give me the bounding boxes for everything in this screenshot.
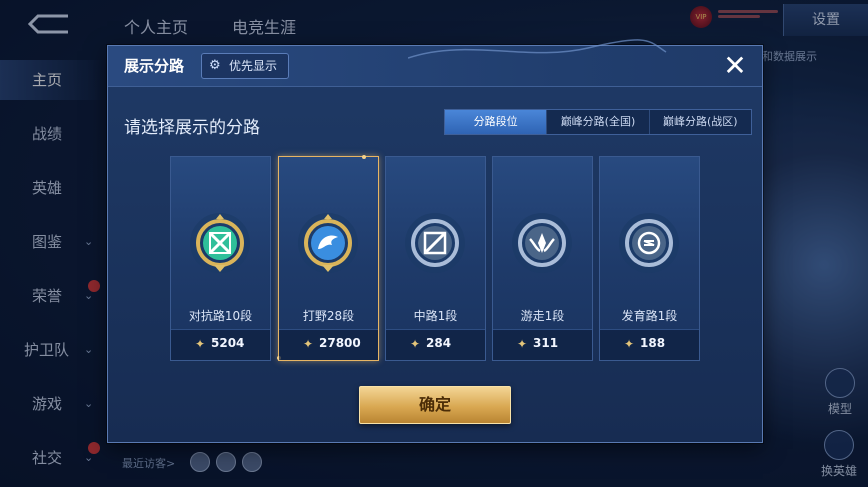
lane-card-jungle[interactable]: 打野28段 ✦ 27800 bbox=[277, 155, 379, 361]
lane-rank-label: 游走1段 bbox=[520, 309, 565, 323]
lane-rank-label: 发育路1段 bbox=[621, 309, 678, 323]
lane-filter-segment: 分路段位 巅峰分路(全国) 巅峰分路(战区) bbox=[444, 109, 752, 135]
lane-rank-label: 中路1段 bbox=[413, 309, 458, 323]
tab-peak-region[interactable]: 巅峰分路(战区) bbox=[648, 110, 751, 134]
support-emblem-icon bbox=[512, 213, 572, 273]
bottom-lane-emblem-icon bbox=[619, 213, 679, 273]
lane-card-mid[interactable]: 中路1段 ✦ 284 bbox=[385, 156, 486, 361]
mid-lane-emblem-icon bbox=[405, 213, 465, 273]
lane-rank-label: 对抗路10段 bbox=[188, 309, 253, 323]
lane-score: ✦ 284 bbox=[386, 329, 485, 360]
lane-card-bottom[interactable]: 发育路1段 ✦ 188 bbox=[599, 156, 700, 361]
score-icon: ✦ bbox=[624, 337, 635, 351]
close-icon[interactable]: ✕ bbox=[720, 52, 750, 82]
score-icon: ✦ bbox=[195, 337, 206, 351]
priority-display-button[interactable]: ⚙ 优先显示 bbox=[201, 53, 289, 79]
lane-score: ✦ 27800 bbox=[279, 329, 378, 360]
tab-lane-rank[interactable]: 分路段位 bbox=[445, 110, 547, 134]
dialog-title: 展示分路 bbox=[124, 57, 185, 75]
score-icon: ✦ bbox=[410, 337, 421, 351]
gear-icon: ⚙ bbox=[209, 58, 221, 73]
dialog-header: 展示分路 ⚙ 优先显示 ✕ bbox=[108, 39, 762, 87]
score-icon: ✦ bbox=[303, 337, 314, 351]
jungle-emblem-icon bbox=[298, 213, 358, 273]
confirm-button[interactable]: 确定 bbox=[359, 386, 511, 424]
lane-rank-label: 打野28段 bbox=[302, 309, 355, 323]
selected-corner-icon bbox=[362, 155, 366, 159]
tab-peak-national[interactable]: 巅峰分路(全国) bbox=[546, 110, 648, 134]
top-lane-emblem-icon bbox=[190, 213, 250, 273]
lane-score: ✦ 188 bbox=[600, 329, 699, 360]
lane-score: ✦ 311 bbox=[493, 329, 592, 360]
lane-card-support[interactable]: 游走1段 ✦ 311 bbox=[492, 156, 593, 361]
lane-score: ✦ 5204 bbox=[171, 329, 270, 360]
score-icon: ✦ bbox=[517, 337, 528, 351]
lane-display-dialog: 展示分路 ⚙ 优先显示 ✕ 请选择展示的分路 分路段位 巅峰分路(全国) 巅峰分… bbox=[107, 39, 763, 443]
decorative-swirl-icon bbox=[408, 39, 667, 59]
select-lane-title: 请选择展示的分路 bbox=[124, 118, 260, 138]
lane-card-top[interactable]: 对抗路10段 ✦ 5204 bbox=[170, 156, 271, 361]
